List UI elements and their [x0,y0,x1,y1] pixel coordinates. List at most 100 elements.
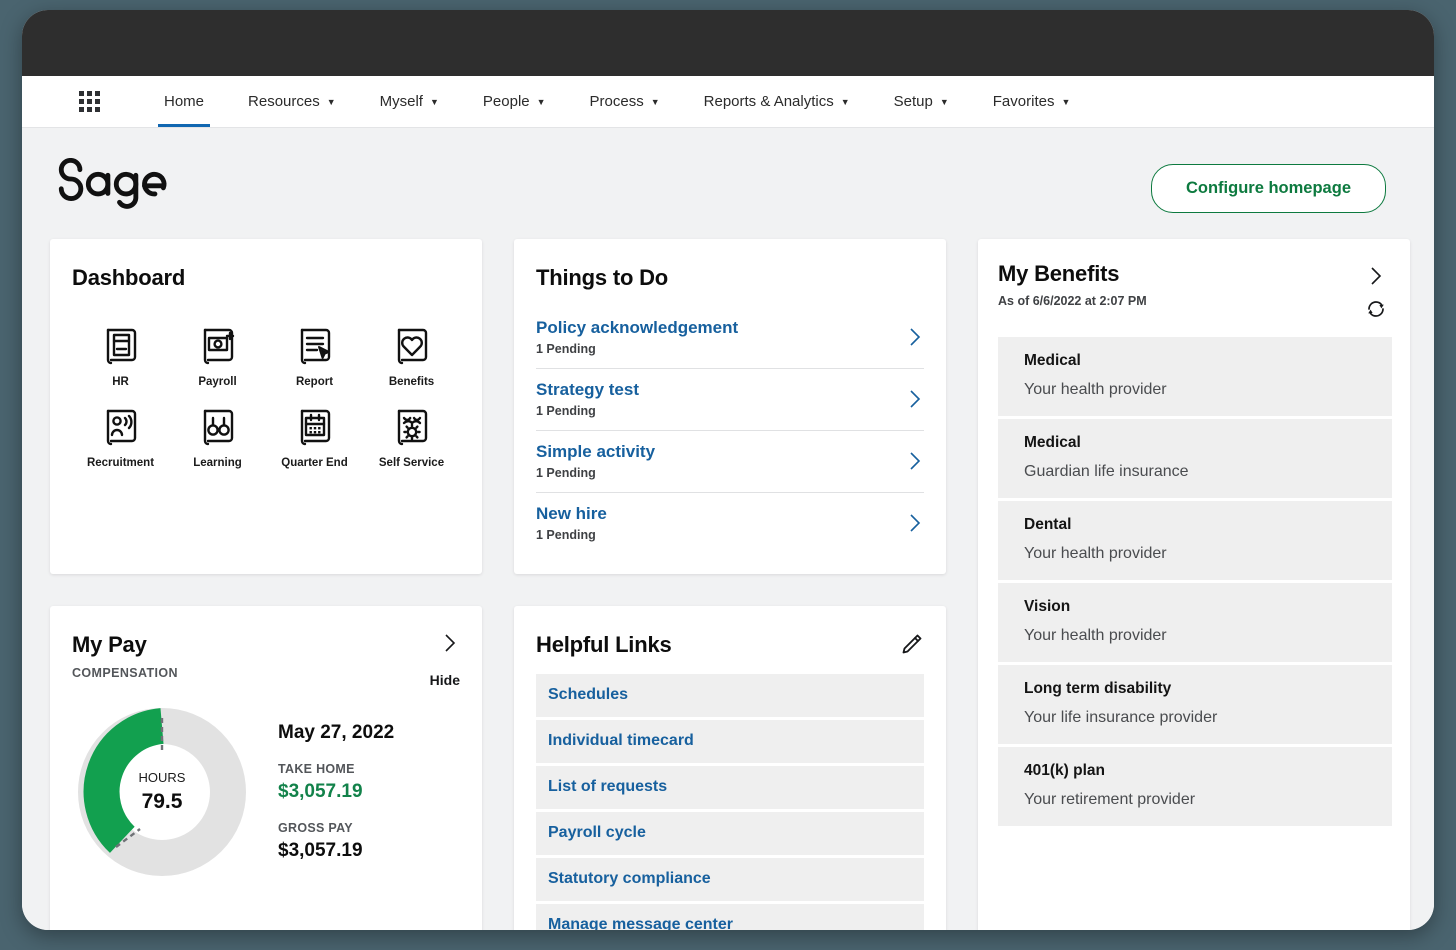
nav-item-home[interactable]: Home [142,76,226,127]
nav-label: Favorites [992,93,1055,110]
nav-item-favorites[interactable]: Favorites ▼ [971,76,1093,127]
tile-label: Report [295,376,334,388]
top-navigation-bar: Home Resources ▼ Myself ▼ People ▼ Proce… [22,76,1434,128]
benefit-type: Vision [1024,598,1071,615]
tile-label: Quarter End [281,457,348,469]
dashboard-card: Dashboard HR Payroll Report Benefits Rec… [50,239,482,574]
benefit-type: Long term disability [1024,680,1172,697]
nav-item-reports-analytics[interactable]: Reports & Analytics ▼ [682,76,872,127]
tile-label: HR [112,376,129,388]
grid-apps-icon[interactable] [74,76,104,127]
my-benefits-title: My Benefits [998,261,1120,286]
todo-status: 1 Pending [536,528,596,542]
dashboard-tile-quarter-end[interactable]: Quarter End [266,404,363,469]
todo-name: New hire [536,504,607,523]
quarter-end-calendar-icon [300,409,330,446]
nav-label: People [482,93,530,110]
refresh-sync-icon[interactable] [1364,297,1388,321]
dashboard-tile-hr[interactable]: HR [72,323,169,388]
benefit-type: 401(k) plan [1024,762,1105,779]
hours-donut-chart: HOURS 79.5 [72,702,252,882]
nav-label: Resources [248,93,320,110]
chevron-right-icon[interactable] [1366,265,1386,287]
pencil-edit-icon[interactable] [898,632,924,658]
my-benefits-actions [1364,261,1392,321]
nav-label: Home [164,93,205,110]
tile-label: Learning [193,457,242,469]
chevron-down-icon: ▼ [840,97,850,107]
benefit-row[interactable]: Dental Your health provider [998,501,1392,580]
chevron-right-icon[interactable] [440,632,460,654]
helpful-link-individual-timecard[interactable]: Individual timecard [536,720,924,763]
recruitment-people-icon [106,409,136,446]
todo-item-simple-activity[interactable]: Simple activity 1 Pending [536,431,924,493]
chevron-right-icon[interactable] [906,448,924,474]
chevron-right-icon[interactable] [906,386,924,412]
benefit-provider: Your retirement provider [1024,791,1196,808]
dashboard-tiles: HR Payroll Report Benefits Recruitment L… [72,323,460,469]
nav-item-setup[interactable]: Setup ▼ [872,76,971,127]
todo-item-new-hire[interactable]: New hire 1 Pending [536,493,924,554]
benefit-provider: Guardian life insurance [1024,463,1189,480]
helpful-link-payroll-cycle[interactable]: Payroll cycle [536,812,924,855]
dashboard-title: Dashboard [72,265,186,290]
sage-wordmark-icon [58,157,167,209]
nav-item-myself[interactable]: Myself ▼ [358,76,461,127]
helpful-link-statutory-compliance[interactable]: Statutory compliance [536,858,924,901]
things-to-do-card: Things to Do Policy acknowledgement 1 Pe… [514,239,946,574]
benefit-provider: Your life insurance provider [1024,709,1218,726]
nav-item-people[interactable]: People ▼ [461,76,568,127]
benefit-row[interactable]: Medical Guardian life insurance [998,419,1392,498]
learning-glasses-icon [203,409,233,446]
helpful-link-manage-message-center[interactable]: Manage message center [536,904,924,930]
todo-item-strategy-test[interactable]: Strategy test 1 Pending [536,369,924,431]
my-benefits-list: Medical Your health provider Medical Gua… [998,337,1392,826]
chevron-right-icon[interactable] [906,324,924,350]
nav-item-resources[interactable]: Resources ▼ [226,76,358,127]
dashboard-tile-benefits[interactable]: Benefits [363,323,460,388]
page-header: Configure homepage [22,128,1434,227]
take-home-label: TAKE HOME [278,762,355,776]
todo-status: 1 Pending [536,466,596,480]
report-cursor-icon [300,328,330,365]
helpful-link-schedules[interactable]: Schedules [536,674,924,717]
helpful-link-list-of-requests[interactable]: List of requests [536,766,924,809]
dashboard-tile-self-service[interactable]: Self Service [363,404,460,469]
nav-label: Myself [379,93,423,110]
dashboard-tile-recruitment[interactable]: Recruitment [72,404,169,469]
benefit-type: Medical [1024,352,1081,369]
configure-homepage-button[interactable]: Configure homepage [1150,164,1386,213]
donut-svg [78,708,246,876]
todo-name: Strategy test [536,380,639,399]
benefit-row[interactable]: Long term disability Your life insurance… [998,665,1392,744]
benefit-row[interactable]: Vision Your health provider [998,583,1392,662]
benefit-row[interactable]: Medical Your health provider [998,337,1392,416]
nav-label: Setup [893,93,933,110]
dashboard-tile-report[interactable]: Report [266,323,363,388]
nav-item-process[interactable]: Process ▼ [568,76,682,127]
todo-status: 1 Pending [536,404,596,418]
benefit-row[interactable]: 401(k) plan Your retirement provider [998,747,1392,826]
dashboard-tile-payroll[interactable]: Payroll [169,323,266,388]
hide-button[interactable]: Hide [430,672,460,688]
helpful-links-title: Helpful Links [536,632,672,657]
tablet-top-bezel [22,10,1434,76]
helpful-links-header: Helpful Links [536,632,924,658]
nav-items: Home Resources ▼ Myself ▼ People ▼ Proce… [142,76,1092,127]
benefit-provider: Your health provider [1024,545,1167,562]
my-benefits-header: My Benefits As of 6/6/2022 at 2:07 PM [998,261,1392,321]
my-pay-header: My Pay COMPENSATION Hide [72,632,460,688]
todo-item-policy-acknowledgement[interactable]: Policy acknowledgement 1 Pending [536,307,924,369]
tile-label: Payroll [198,376,237,388]
my-pay-title: My Pay [72,632,147,657]
todo-name: Simple activity [536,442,656,461]
chevron-down-icon: ▼ [536,97,546,107]
things-to-do-list: Policy acknowledgement 1 Pending Strateg… [536,307,924,554]
benefits-heart-icon [397,328,427,365]
chevron-down-icon: ▼ [429,97,439,107]
dashboard-tile-learning[interactable]: Learning [169,404,266,469]
tile-label: Benefits [388,376,435,388]
nav-label: Reports & Analytics [703,93,834,110]
chevron-right-icon[interactable] [906,510,924,536]
my-pay-stats: May 27, 2022 TAKE HOME $3,057.19 GROSS P… [278,722,394,862]
